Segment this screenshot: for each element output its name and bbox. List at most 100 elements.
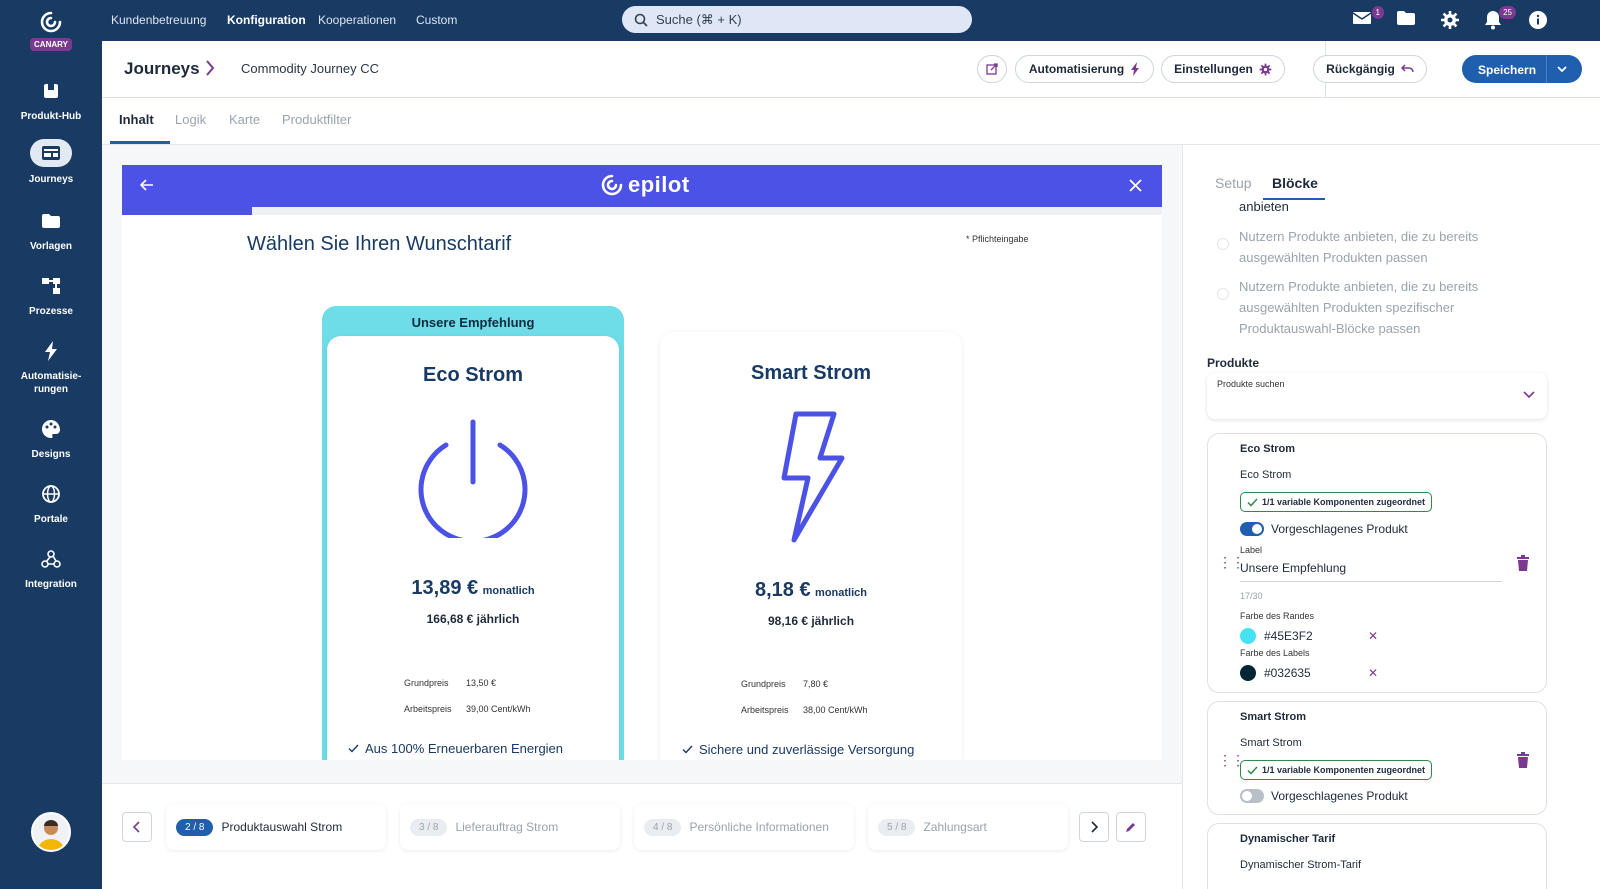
label-field-caption: Label — [1240, 545, 1263, 555]
box-icon — [36, 78, 66, 104]
save-button[interactable]: Speichern — [1462, 55, 1582, 83]
nav-item-portale[interactable]: Portale — [0, 481, 102, 526]
work-price-label: Arbeitspreis — [741, 705, 789, 715]
open-external-button[interactable] — [977, 55, 1007, 83]
components-status-chip: 1/1 variable Komponenten zugeordnet — [1240, 492, 1433, 512]
check-icon — [1247, 497, 1258, 507]
border-color-caption: Farbe des Randes — [1240, 611, 1315, 621]
product-card-eco-strom[interactable]: Eco Strom 13,89 € monatlich 166,68 € jäh… — [327, 336, 619, 760]
step-item[interactable]: 4 / 8 Persönliche Informationen — [634, 804, 854, 850]
journey-progress-bar — [122, 207, 1162, 215]
products-search-select[interactable]: Produkte suchen — [1207, 373, 1547, 419]
app-logo[interactable]: CANARY — [28, 10, 74, 52]
border-color-swatch[interactable] — [1240, 628, 1256, 644]
nav-item-prozesse[interactable]: Prozesse — [0, 273, 102, 318]
menu-konfiguration[interactable]: Konfiguration — [227, 13, 306, 27]
close-icon[interactable] — [1129, 179, 1142, 192]
epilot-logo: epilot — [600, 172, 690, 198]
product-card-title: Smart Strom — [1240, 711, 1307, 723]
settings-button[interactable]: Einstellungen — [1161, 55, 1285, 83]
tab-inhalt[interactable]: Inhalt — [119, 112, 154, 127]
toggle-knob — [1242, 791, 1252, 801]
chevron-down-icon — [1523, 391, 1535, 399]
border-color-value[interactable]: #45E3F2 — [1264, 629, 1313, 643]
radio-specific-blocks[interactable] — [1217, 288, 1229, 300]
clear-border-color-icon[interactable]: ✕ — [1368, 629, 1378, 643]
nav-label: Designs — [31, 449, 71, 460]
arrow-left-icon[interactable] — [140, 178, 154, 192]
nav-item-produkt-hub[interactable]: Produkt-Hub — [0, 78, 102, 123]
nav-label-2: rungen — [34, 384, 68, 395]
suggested-product-toggle[interactable] — [1240, 522, 1264, 536]
side-navigation: CANARY Produkt-Hub Journeys Vorlagen Pro… — [0, 0, 102, 889]
folder-icon[interactable] — [1396, 10, 1418, 30]
nav-item-integration[interactable]: Integration — [0, 546, 102, 591]
radio-matching-products[interactable] — [1217, 238, 1229, 250]
suggested-product-label: Vorgeschlagenes Produkt — [1271, 522, 1408, 536]
brand-name: epilot — [628, 172, 690, 197]
step-item[interactable]: 3 / 8 Lieferauftrag Strom — [400, 804, 620, 850]
price-monthly: 13,89 € monatlich — [327, 577, 619, 600]
nav-label: Produkt-Hub — [20, 111, 82, 122]
chip-text: 1/1 variable Komponenten zugeordnet — [1262, 497, 1426, 507]
nav-item-designs[interactable]: Designs — [0, 416, 102, 461]
option-text: ausgewählten Produkten spezifischer — [1239, 300, 1455, 315]
input-underline — [1240, 581, 1502, 582]
undo-button[interactable]: Rückgängig — [1313, 55, 1427, 83]
check-icon — [682, 745, 693, 754]
menu-kooperationen[interactable]: Kooperationen — [318, 13, 396, 27]
step-prev-button[interactable] — [122, 812, 152, 842]
menu-custom[interactable]: Custom — [416, 13, 457, 27]
bell-icon[interactable]: 25 — [1484, 6, 1516, 30]
step-item-active[interactable]: 2 / 8 Produktauswahl Strom — [166, 804, 386, 850]
save-divider — [1546, 55, 1547, 83]
automation-button[interactable]: Automatisierung — [1015, 55, 1154, 83]
price-period: monatlich — [482, 585, 535, 597]
pencil-icon — [1125, 821, 1137, 833]
label-color-swatch[interactable] — [1240, 665, 1256, 681]
journey-name: Commodity Journey CC — [241, 61, 379, 76]
user-avatar[interactable] — [31, 812, 71, 852]
nav-item-journeys[interactable]: Journeys — [0, 139, 102, 186]
label-color-caption: Farbe des Labels — [1240, 648, 1310, 658]
global-search[interactable]: Suche (⌘ + K) — [622, 6, 972, 33]
gear-icon — [1259, 63, 1272, 76]
progress-fill — [122, 207, 252, 215]
option-text: Produktauswahl-Blöcke passen — [1239, 321, 1421, 336]
trash-icon[interactable] — [1516, 752, 1530, 768]
preview-body: Wählen Sie Ihren Wunschtarif * Pflichtei… — [122, 215, 1162, 760]
nav-item-vorlagen[interactable]: Vorlagen — [0, 208, 102, 253]
nav-item-automatisierungen[interactable]: Automatisie- rungen — [0, 338, 102, 396]
tab-bloecke[interactable]: Blöcke — [1272, 175, 1318, 191]
product-card-smart-strom[interactable]: Smart Strom 8,18 € monatlich 98,16 € jäh… — [660, 332, 962, 760]
base-price-value: 7,80 € — [803, 679, 829, 689]
mail-icon[interactable]: 1 — [1352, 6, 1384, 30]
menu-kundenbetreuung[interactable]: Kundenbetreuung — [111, 13, 206, 27]
option-text: ausgewählten Produkten passen — [1239, 250, 1428, 265]
suggested-product-toggle[interactable] — [1240, 789, 1264, 803]
product-card-title: Eco Strom — [1240, 443, 1296, 455]
info-icon[interactable] — [1528, 10, 1550, 30]
option-text: Nutzern Produkte anbieten, die zu bereit… — [1239, 279, 1479, 294]
clear-label-color-icon[interactable]: ✕ — [1368, 666, 1378, 680]
label-color-value[interactable]: #032635 — [1264, 666, 1311, 680]
products-label: Produkte — [1207, 356, 1260, 370]
label-field-input[interactable]: Unsere Empfehlung — [1240, 561, 1346, 575]
trash-icon[interactable] — [1516, 555, 1530, 571]
edit-steps-button[interactable] — [1116, 812, 1146, 842]
product-name: Eco Strom — [422, 364, 524, 386]
tab-karte[interactable]: Karte — [229, 112, 260, 127]
gear-icon[interactable] — [1440, 10, 1462, 30]
char-counter: 17/30 — [1240, 591, 1263, 601]
search-placeholder: Suche (⌘ + K) — [656, 11, 742, 27]
breadcrumb-journeys[interactable]: Journeys — [124, 59, 200, 79]
tab-logik[interactable]: Logik — [175, 112, 206, 127]
chevron-down-icon[interactable] — [1556, 64, 1568, 74]
tab-produktfilter[interactable]: Produktfilter — [282, 112, 351, 127]
canary-logo-icon — [39, 10, 63, 34]
step-item[interactable]: 5 / 8 Zahlungsart — [868, 804, 1068, 850]
chevron-left-icon — [133, 821, 141, 833]
price-value: 13,89 € — [411, 577, 479, 599]
step-next-button[interactable] — [1079, 812, 1109, 842]
tab-setup[interactable]: Setup — [1215, 175, 1252, 191]
